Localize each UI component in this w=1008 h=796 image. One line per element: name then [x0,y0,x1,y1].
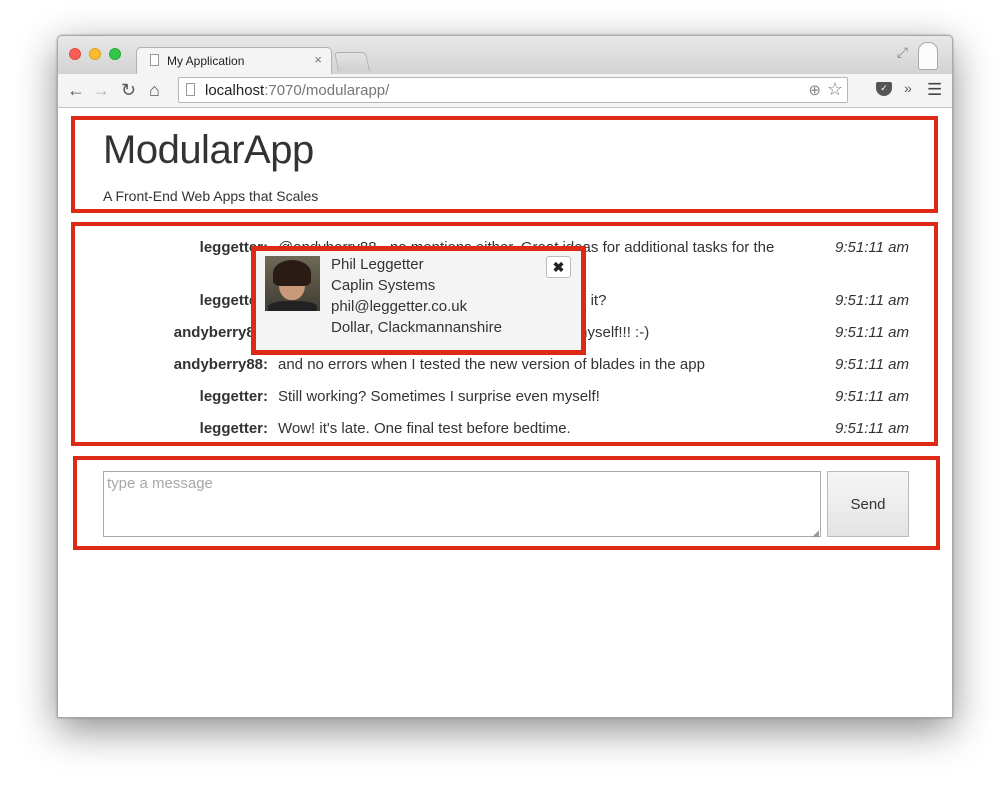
message-user[interactable]: leggetter: [200,420,268,437]
hamburger-menu-icon[interactable]: ☰ [927,80,942,100]
url-host: localhost [205,82,265,99]
profile-company: Caplin Systems [331,277,436,294]
fullscreen-icon[interactable]: ⤢ [897,44,908,61]
page-title: ModularApp [103,128,314,172]
resize-grip-icon[interactable]: ◢ [812,528,819,539]
tab-close-icon[interactable]: × [314,52,322,67]
message-user[interactable]: andyberry88: [174,356,268,373]
header-panel: ModularApp A Front-End Web Apps that Sca… [71,116,938,213]
url-text[interactable]: localhost:7070/modularapp/ [205,82,389,99]
url-path: :7070/modularapp/ [264,82,390,99]
message-time: 9:51:11 am [835,356,909,373]
composer-panel: ◢ Send [73,456,940,550]
message-time: 9:51:11 am [835,292,909,309]
profile-location: Dollar, Clackmannanshire [331,319,502,336]
tab-title: My Application [167,54,245,68]
window-minimize-button[interactable] [89,48,101,60]
page-content: ModularApp A Front-End Web Apps that Sca… [58,108,952,717]
window-close-button[interactable] [69,48,81,60]
address-bar[interactable]: localhost:7070/modularapp/ ⊕ ☆ [178,77,848,103]
tab-my-application[interactable]: My Application × [136,47,332,74]
message-input[interactable] [103,471,821,537]
avatar [265,256,320,311]
profile-icon[interactable] [918,42,938,70]
message-time: 9:51:11 am [835,324,909,341]
message-time: 9:51:11 am [835,388,909,405]
message-text: Still working? Sometimes I surprise even… [278,388,600,405]
profile-email[interactable]: phil@leggetter.co.uk [331,298,467,315]
profile-name: Phil Leggetter [331,256,424,273]
back-arrow-icon[interactable]: ← [67,80,85,100]
browser-window: My Application × ⤢ ← → ↻ ⌂ localhost:707… [57,35,953,718]
message-time: 9:51:11 am [835,239,909,256]
message-text: Wow! it's late. One final test before be… [278,420,571,437]
close-icon[interactable]: ✖ [546,256,571,278]
message-text: and no errors when I tested the new vers… [278,356,705,373]
chevron-double-right-icon[interactable]: » [904,80,912,96]
bookmark-star-icon[interactable]: ☆ [827,79,843,100]
reload-icon[interactable]: ↻ [121,80,136,100]
forward-arrow-icon[interactable]: → [92,80,110,100]
profile-card-popup: Phil Leggetter Caplin Systems phil@legge… [251,246,586,355]
browser-toolbar: ← → ↻ ⌂ localhost:7070/modularapp/ ⊕ ☆ ✓… [58,74,952,108]
home-icon[interactable]: ⌂ [149,80,160,100]
tab-strip: My Application × ⤢ [58,36,952,74]
window-maximize-button[interactable] [109,48,121,60]
message-user[interactable]: leggetter: [200,388,268,405]
page-subtitle: A Front-End Web Apps that Scales [103,188,319,204]
pocket-icon[interactable]: ✓ [876,82,892,96]
zoom-icon[interactable]: ⊕ [808,81,821,99]
new-tab-button[interactable] [333,52,371,71]
send-button[interactable]: Send [827,471,909,537]
document-icon [150,54,159,66]
page-icon [186,83,195,96]
message-time: 9:51:11 am [835,420,909,437]
